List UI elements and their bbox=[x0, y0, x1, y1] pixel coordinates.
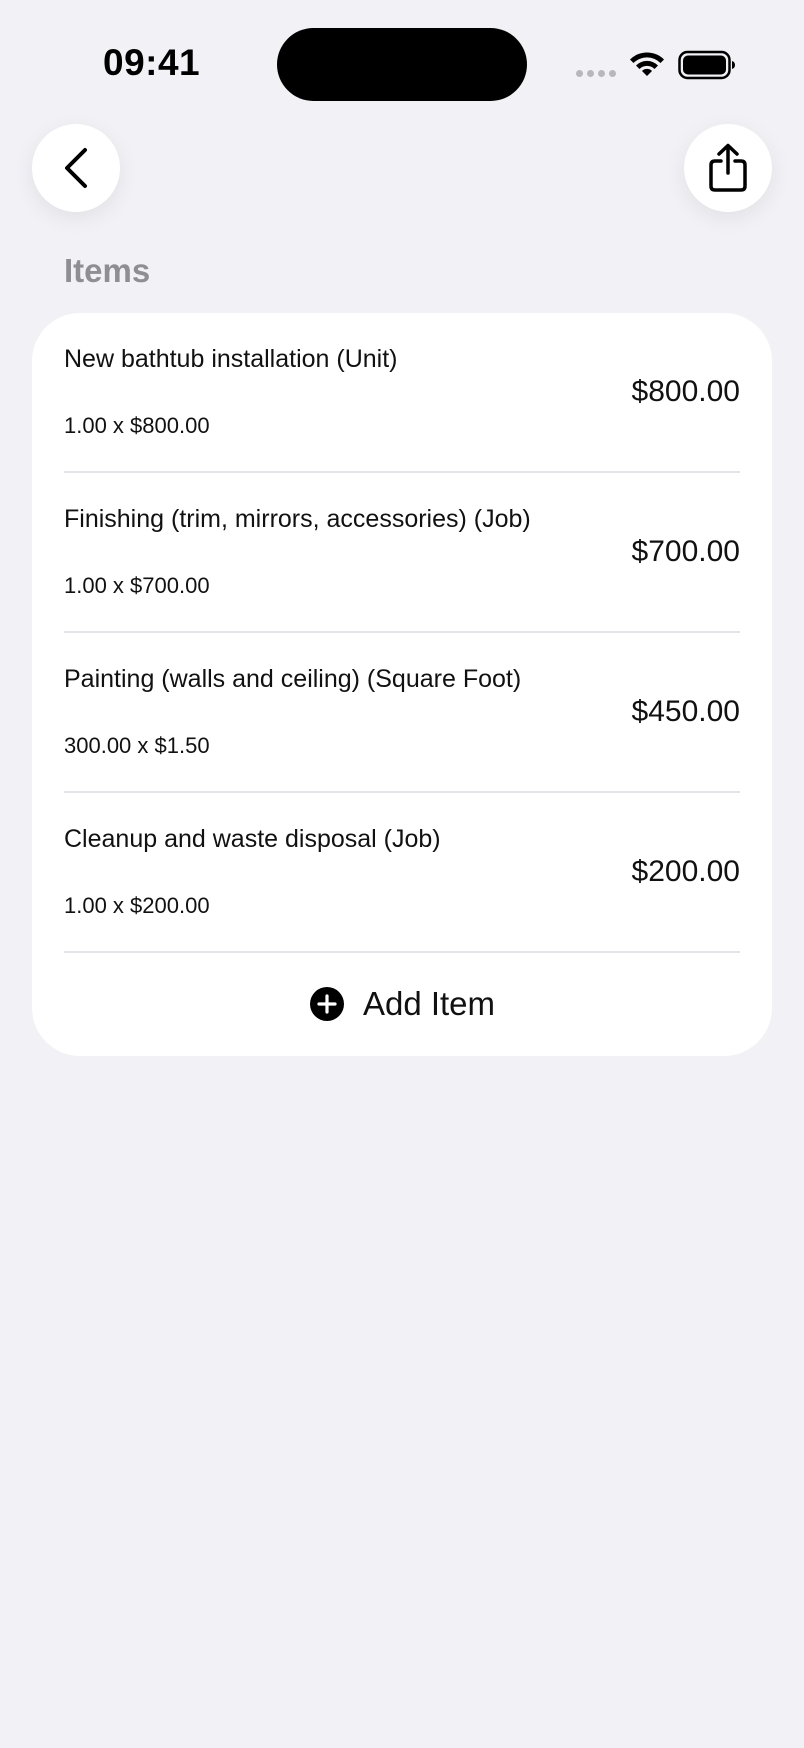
item-amount: $700.00 bbox=[631, 535, 740, 568]
item-amount: $200.00 bbox=[631, 855, 740, 888]
item-row[interactable]: Cleanup and waste disposal (Job) 1.00 x … bbox=[64, 793, 740, 953]
item-row[interactable]: New bathtub installation (Unit) 1.00 x $… bbox=[64, 313, 740, 473]
item-quantity-price: 1.00 x $800.00 bbox=[64, 413, 210, 438]
wifi-icon bbox=[630, 52, 664, 76]
add-item-label: Add Item bbox=[362, 985, 496, 1022]
item-row[interactable]: Finishing (trim, mirrors, accessories) (… bbox=[64, 473, 740, 633]
share-button[interactable] bbox=[684, 124, 772, 212]
share-icon bbox=[709, 143, 747, 192]
plus-circle-icon bbox=[309, 987, 344, 1021]
item-quantity-price: 1.00 x $200.00 bbox=[64, 893, 210, 918]
item-amount: $800.00 bbox=[631, 375, 740, 408]
cellular-signal-icon bbox=[576, 70, 616, 77]
back-button[interactable] bbox=[32, 124, 120, 212]
item-title: Painting (walls and ceiling) (Square Foo… bbox=[64, 665, 522, 693]
section-title: Items bbox=[64, 252, 151, 289]
battery-icon bbox=[678, 50, 735, 80]
item-amount: $450.00 bbox=[631, 695, 740, 728]
item-quantity-price: 1.00 x $700.00 bbox=[64, 573, 210, 598]
items-card: New bathtub installation (Unit) 1.00 x $… bbox=[32, 313, 772, 1056]
item-title: Cleanup and waste disposal (Job) bbox=[64, 825, 441, 853]
item-title: Finishing (trim, mirrors, accessories) (… bbox=[64, 505, 531, 533]
chevron-left-icon bbox=[65, 148, 87, 188]
item-title: New bathtub installation (Unit) bbox=[64, 345, 398, 373]
item-row[interactable]: Painting (walls and ceiling) (Square Foo… bbox=[64, 633, 740, 793]
status-time: 09:41 bbox=[103, 42, 201, 83]
dynamic-island bbox=[277, 28, 527, 101]
add-item-button[interactable]: Add Item bbox=[32, 952, 772, 1056]
status-bar: 09:41 bbox=[0, 0, 804, 130]
item-quantity-price: 300.00 x $1.50 bbox=[64, 733, 210, 758]
